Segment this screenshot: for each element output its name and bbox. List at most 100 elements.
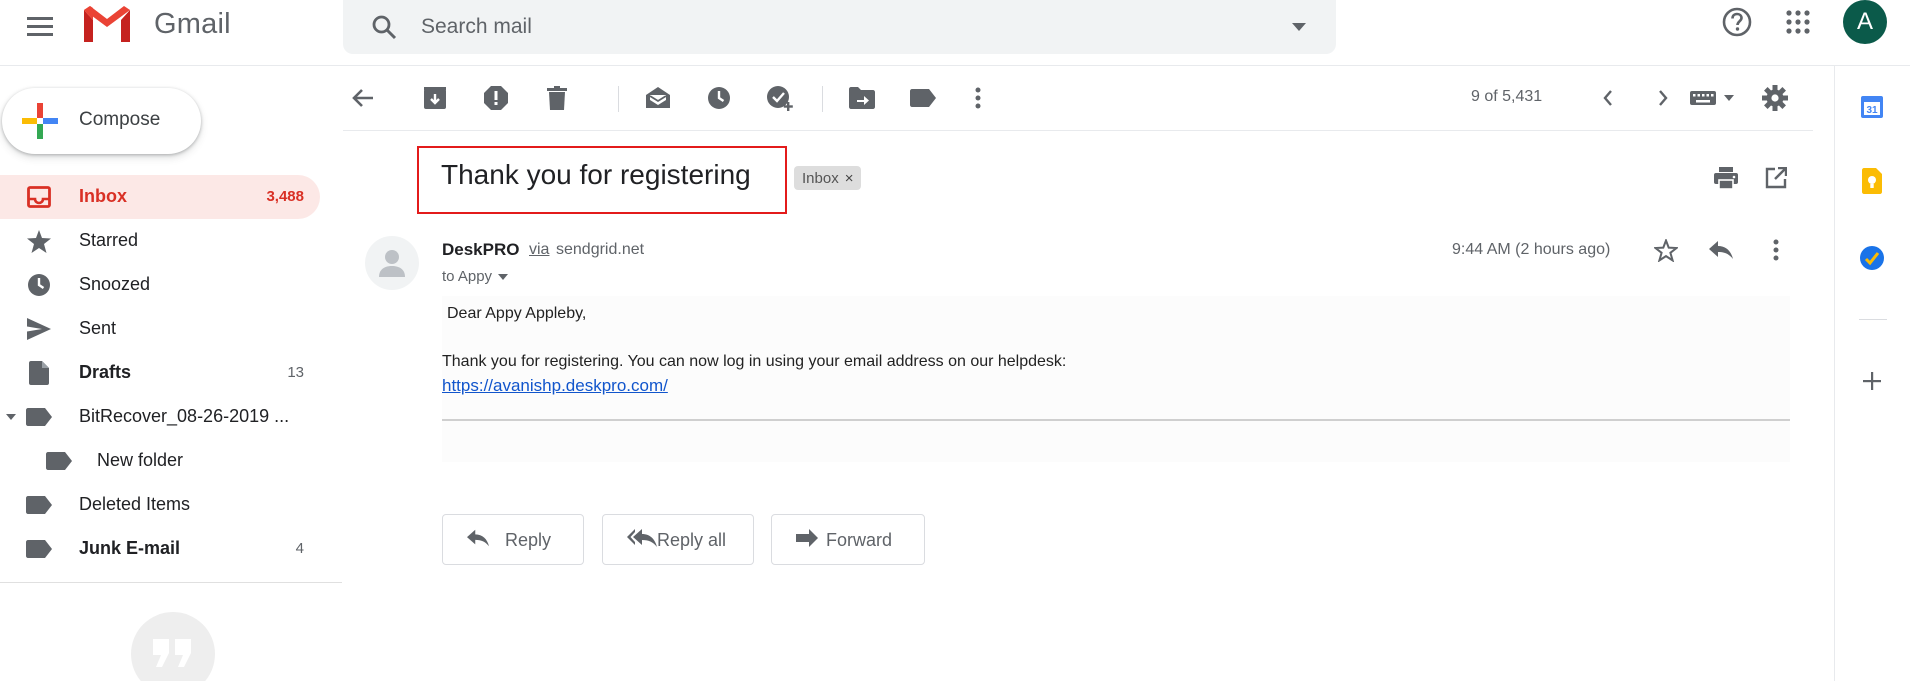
label-tag-icon [26,405,52,429]
calendar-day-number: 31 [1866,105,1878,116]
hangouts-quote-icon[interactable] [131,612,215,681]
search-input[interactable] [421,8,1241,46]
label-tag-icon [26,537,52,561]
add-to-tasks-icon[interactable] [760,78,800,118]
sidebar-item-label: BitRecover_08-26-2019 ... [79,406,290,426]
print-all-icon[interactable] [1708,160,1744,196]
item-count: 4 [295,540,304,557]
back-arrow-icon[interactable] [343,78,383,118]
open-in-new-window-icon[interactable] [1758,160,1794,196]
delete-trash-icon[interactable] [537,78,577,118]
reply-all-button[interactable]: Reply all [602,514,754,565]
recipient-details-toggle[interactable]: to Appy [442,268,509,285]
recipient-text: to Appy [442,268,493,285]
sidebar-item-label: Snoozed [79,274,151,294]
send-icon [26,317,52,341]
remove-label-close-icon[interactable]: × [845,170,854,187]
more-options-vertical-dots-icon[interactable] [958,78,998,118]
get-add-ons-plus-icon[interactable] [1852,361,1892,401]
message-toolbar: 9 of 5,431 [343,70,1813,128]
sidebar-item-label: Deleted Items [79,494,191,514]
sidebar-item-label: Starred [79,230,139,250]
reply-arrow-icon[interactable] [1703,232,1739,268]
google-tasks-icon[interactable] [1852,238,1892,278]
reply-all-arrow-icon [627,529,657,547]
compose-label: Compose [79,109,161,130]
top-bar: Gmail A [0,0,1910,66]
pagination-count: 9 of 5,431 [1471,88,1543,105]
sender-domain: sendgrid.net [556,241,645,258]
message-timestamp: 9:44 AM (2 hours ago) [1452,241,1611,258]
label-tag-icon [26,493,52,517]
compose-plus-icon [22,103,58,139]
body-paragraph: Thank you for registering. You can now l… [442,353,1067,370]
side-panel-divider [1859,319,1887,320]
sidebar-item-label: New folder [97,450,184,470]
forward-button-label: Forward [826,530,893,550]
expand-chevron-down-icon[interactable] [5,412,17,422]
compose-button[interactable]: Compose [2,88,201,154]
sidebar-item-snoozed[interactable]: Snoozed [0,263,320,307]
sidebar-item-deleted-items[interactable]: Deleted Items [0,483,320,527]
sidebar-item-sent[interactable]: Sent [0,307,320,351]
via-link[interactable]: via [529,241,549,259]
toolbar-divider [618,86,619,112]
sidebar-item-label: Sent [79,318,117,338]
sidebar-item-drafts[interactable]: Drafts 13 [0,351,320,395]
label-tag-icon [46,449,72,473]
sender-avatar-person-icon [365,236,419,290]
inbox-label-chip[interactable]: Inbox × [794,166,862,190]
forward-arrow-icon [796,529,818,547]
settings-gear-icon[interactable] [1755,78,1795,118]
star-outline-icon[interactable] [1648,232,1684,268]
gmail-logo[interactable]: Gmail [80,4,231,44]
clock-icon [26,273,52,297]
sidebar-item-junk-email[interactable]: Junk E-mail 4 [0,527,320,571]
sidebar-item-label: Inbox [79,186,127,206]
forward-button[interactable]: Forward [771,514,925,565]
toolbar-bottom-divider [343,130,1813,131]
star-icon [26,229,52,253]
report-spam-icon[interactable] [476,78,516,118]
sidebar-item-bitrecover[interactable]: BitRecover_08-26-2019 ... [0,395,320,439]
main-menu-icon[interactable] [20,6,60,46]
draft-file-icon [26,361,52,385]
show-details-chevron-down-icon [498,273,509,280]
unread-count: 3,488 [266,188,304,205]
body-horizontal-rule [442,419,1790,421]
older-chevron-right-icon[interactable] [1643,78,1683,118]
email-subject: Thank you for registering [441,159,751,190]
account-avatar[interactable]: A [1843,0,1887,44]
sidebar-item-starred[interactable]: Starred [0,219,320,263]
google-apps-grid-icon[interactable] [1778,2,1818,42]
reply-button-label: Reply [505,530,552,550]
google-calendar-icon[interactable]: 31 [1852,86,1892,126]
side-panel: 31 [1834,66,1910,681]
inbox-icon [26,185,52,209]
sidebar-item-label: Junk E-mail [79,538,181,558]
sidebar-item-new-folder[interactable]: New folder [0,439,320,483]
move-to-folder-icon[interactable] [842,78,882,118]
newer-chevron-left-icon[interactable] [1588,78,1628,118]
search-icon[interactable] [367,10,401,44]
body-greeting: Dear Appy Appleby, [447,305,587,322]
reply-all-button-label: Reply all [657,530,727,550]
sidebar-item-inbox[interactable]: Inbox 3,488 [0,175,320,219]
sidebar-nav: Inbox 3,488 Starred Snoozed Sent Drafts … [0,175,320,571]
search-options-chevron-down-icon[interactable] [1284,12,1314,42]
help-icon[interactable] [1717,2,1757,42]
archive-icon[interactable] [415,78,455,118]
google-keep-icon[interactable] [1852,161,1892,201]
mark-as-unread-icon[interactable] [638,78,678,118]
more-message-options-vertical-dots-icon[interactable] [1758,232,1794,268]
sender-name[interactable]: DeskPRO [442,240,519,260]
gmail-logo-icon [80,4,134,44]
input-tools-keyboard-icon[interactable] [1678,78,1748,118]
snooze-clock-icon[interactable] [699,78,739,118]
helpdesk-link[interactable]: https://avanishp.deskpro.com/ [442,376,668,396]
gmail-logo-text: Gmail [154,7,231,40]
reply-button[interactable]: Reply [442,514,584,565]
labels-tag-icon[interactable] [903,78,943,118]
label-chip-text: Inbox [802,169,839,187]
sidebar-divider [0,582,342,583]
